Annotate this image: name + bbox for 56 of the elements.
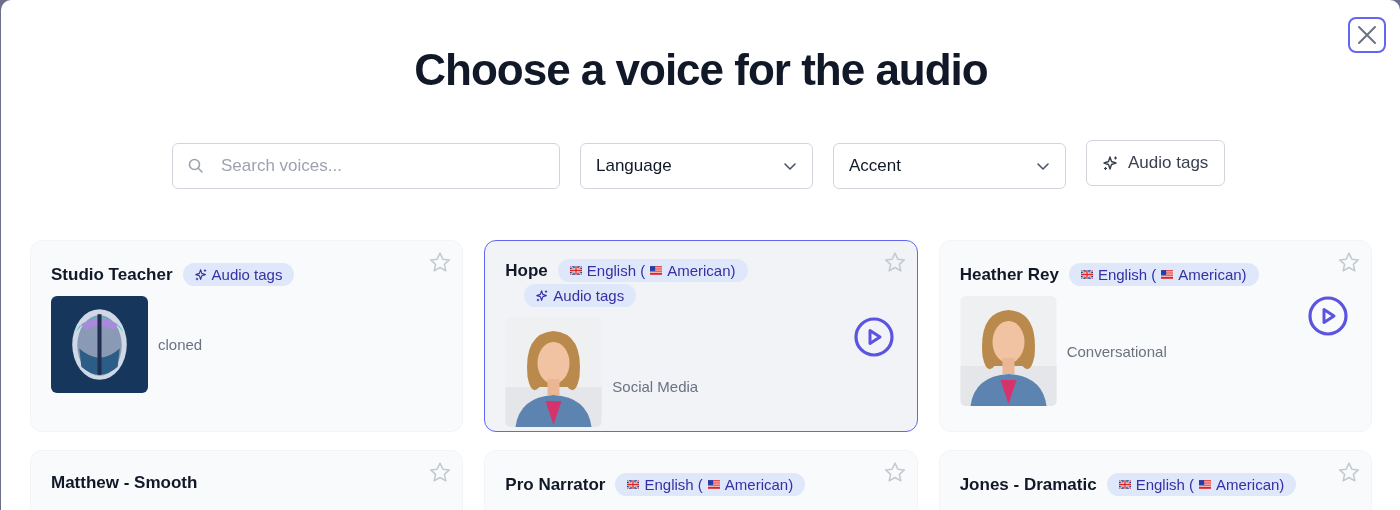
badge-label: Audio tags [211, 266, 283, 283]
play-icon [853, 317, 894, 357]
language-label: English ( [586, 262, 646, 279]
accent-label: American) [724, 476, 794, 493]
voice-card[interactable]: Hope English ( American) Audio tags Social Media [484, 240, 918, 432]
dialog-title: Choose a voice for the audio [413, 44, 989, 96]
close-icon [1356, 24, 1378, 46]
sparkle-icon [1103, 155, 1118, 171]
accent-label: American) [1216, 476, 1285, 493]
dropdown[interactable]: Accent [833, 143, 1066, 189]
star-icon[interactable] [1338, 251, 1360, 273]
voice-card[interactable]: Studio Teacher Audio tags cloned [30, 240, 464, 432]
flag-icon [569, 266, 582, 275]
close-button[interactable] [1348, 17, 1386, 53]
play-icon [1308, 296, 1348, 336]
flag-icon [707, 480, 720, 489]
search-field[interactable]: Search voices... [172, 143, 560, 189]
voice-name: Hope [505, 260, 548, 281]
voice-name: Heather Rey [959, 264, 1059, 285]
play-button[interactable] [853, 317, 894, 357]
star-icon[interactable] [883, 461, 906, 483]
play-button[interactable] [1308, 296, 1348, 336]
flag-icon [1161, 270, 1174, 279]
voice-description: cloned [158, 336, 204, 353]
flag-icon [1118, 480, 1131, 489]
star-icon[interactable] [429, 251, 452, 273]
voice-description: Conversational [1066, 342, 1168, 360]
accent-label: American) [667, 262, 736, 279]
language-label: English ( [1097, 266, 1157, 283]
star-icon[interactable] [1338, 461, 1360, 483]
voice-name: Matthew - Smooth [51, 473, 198, 493]
voice-name: Pro Narrator [505, 474, 606, 495]
dropdown[interactable]: Language [580, 143, 813, 189]
search-icon [188, 158, 203, 173]
voice-card[interactable]: Jones - Dramatic English ( American) [938, 450, 1372, 510]
language-label: English ( [644, 476, 703, 493]
voice-name: Studio Teacher [51, 264, 173, 285]
flag-icon [1199, 480, 1211, 489]
flag-icon [650, 266, 663, 275]
star-icon[interactable] [883, 251, 906, 273]
voice-description: Social Media [612, 377, 700, 395]
language-label: English ( [1135, 476, 1194, 493]
sparkle-icon [194, 268, 207, 281]
flag-icon [1080, 270, 1093, 279]
chevron-down-icon [783, 161, 797, 171]
voice-card[interactable]: Heather Rey English ( American) Conversational [938, 240, 1372, 432]
star-icon[interactable] [429, 461, 452, 483]
badge-label: Audio tags [553, 287, 625, 304]
sparkle-icon [536, 289, 549, 302]
voice-card[interactable]: Matthew - Smooth [30, 450, 464, 510]
flag-icon [627, 480, 640, 489]
voice-name: Jones - Dramatic [959, 474, 1097, 495]
accent-label: American) [1178, 266, 1247, 283]
voice-card[interactable]: Pro Narrator English ( American) [484, 450, 918, 510]
chevron-down-icon [1036, 161, 1050, 171]
audio-tags-button[interactable]: Audio tags [1086, 140, 1226, 186]
